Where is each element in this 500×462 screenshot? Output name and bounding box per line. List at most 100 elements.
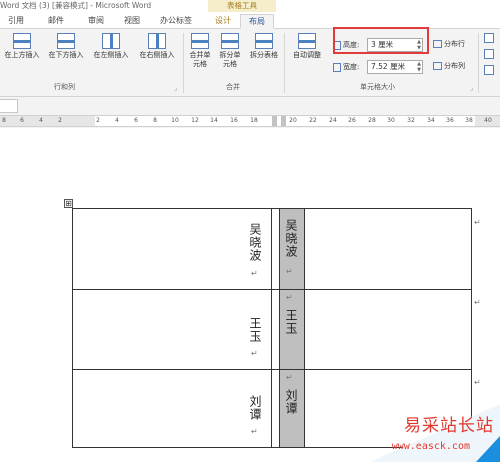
insert-right-label: 在右侧插入 [139,51,175,59]
distribute-cols-label: 分布列 [444,62,465,70]
ruler-tick: 14 [210,117,218,124]
rows-cols-launcher-icon[interactable]: ⌟ [174,85,177,92]
merge-group-label: 合并 [226,83,240,91]
tab-office-tabs[interactable]: 办公标签 [155,14,197,29]
autofit-button[interactable]: 自动调整 [288,33,326,60]
cell-name[interactable]: 王玉 [247,317,264,343]
window-title: Word 文档 (3) [兼容模式] - Microsoft Word [0,1,152,10]
row-border [73,289,471,290]
paragraph-mark: ↵ [286,267,293,276]
tab-review[interactable]: 审阅 [82,14,110,29]
autofit-label: 自动调整 [293,51,321,59]
ruler-tick: 38 [465,117,473,124]
column-border [271,209,272,447]
group-divider [284,33,285,93]
merge-cells-button[interactable]: 合并单元格 [186,33,214,69]
insert-below-button[interactable]: 在下方插入 [44,33,88,60]
site-watermark: 易采站长站 www.easck.com [370,402,500,462]
align-top-left-icon[interactable] [484,33,494,43]
insert-above-icon [13,33,31,49]
title-bar: Word 文档 (3) [兼容模式] - Microsoft Word 表格工具 [0,0,500,12]
ruler-tick: 20 [289,117,297,124]
paragraph-mark: ↵ [251,269,258,278]
insert-left-label: 在左侧插入 [93,51,129,59]
ruler-tick: 16 [230,117,238,124]
split-cells-icon [221,33,239,49]
horizontal-ruler[interactable]: 8 6 4 2 2 4 6 8 10 12 14 16 18 20 22 24 … [0,115,500,127]
ruler-tick: 26 [348,117,356,124]
ruler-tick: 6 [134,117,138,124]
col-width-icon [333,62,341,72]
ruler-tick: 4 [39,117,43,124]
ruler-tick: 10 [171,117,179,124]
insert-above-button[interactable]: 在上方插入 [0,33,44,60]
insert-right-icon [148,33,166,49]
tab-mailings[interactable]: 邮件 [42,14,70,29]
ruler-tick: 36 [446,117,454,124]
width-label: 宽度: [333,60,359,74]
ruler-tick: 8 [2,117,6,124]
spinner-arrows-icon[interactable]: ▲ ▼ [417,61,421,73]
ruler-tick: 40 [484,117,492,124]
ruler-tick: 30 [387,117,395,124]
column-border [304,209,305,447]
cell-name-shaded[interactable]: 刘谭 [283,389,300,415]
split-cells-button[interactable]: 拆分单元格 [216,33,244,69]
ruler-tick: 8 [153,117,157,124]
toolbar-strip [0,97,500,115]
split-table-icon [255,33,273,49]
style-box[interactable] [0,99,18,113]
ruler-tick: 28 [368,117,376,124]
split-table-button[interactable]: 拆分表格 [246,33,282,60]
group-divider [478,33,479,93]
end-of-row-mark: ↵ [474,298,481,307]
autofit-icon [298,33,316,49]
distribute-rows-button[interactable]: 分布行 [433,39,465,49]
row-border [73,369,471,370]
width-value: 7.52 厘米 [371,62,406,71]
cell-name-shaded[interactable]: 王玉 [283,309,300,335]
distribute-cols-icon [433,62,442,70]
cell-name[interactable]: 吴晓波 [247,223,264,262]
table-tools-context-label: 表格工具 [208,0,276,12]
split-cells-label: 拆分单元格 [219,51,241,68]
ruler-tick: 32 [407,117,415,124]
tab-layout[interactable]: 布局 [240,14,274,29]
cell-size-launcher-icon[interactable]: ⌟ [470,85,473,92]
ruler-tick: 24 [329,117,337,124]
rows-cols-group-label: 行和列 [54,83,75,91]
tab-references[interactable]: 引用 [2,14,30,29]
table-move-handle-icon[interactable]: ⊞ [64,199,73,208]
merge-cells-label: 合并单元格 [189,51,211,68]
align-bottom-left-icon[interactable] [484,65,494,75]
tab-view[interactable]: 视图 [118,14,146,29]
ribbon-layout-panel: 在上方插入 在下方插入 在左侧插入 在右侧插入 行和列 ⌟ 合并单元格 拆分单元… [0,27,500,97]
cell-name-shaded[interactable]: 吴晓波 [283,219,300,258]
distribute-cols-button[interactable]: 分布列 [433,61,465,71]
width-spinner[interactable]: 7.52 厘米 ▲ ▼ [367,60,423,74]
width-label-text: 宽度: [343,63,360,71]
watermark-title: 易采站长站 [404,416,494,436]
paragraph-mark: ↵ [251,349,258,358]
paragraph-mark: ↵ [251,427,258,436]
insert-right-button[interactable]: 在右侧插入 [134,33,180,60]
insert-below-label: 在下方插入 [48,51,84,59]
ruler-tick: 6 [20,117,24,124]
cell-name[interactable]: 刘谭 [247,395,264,421]
ruler-tick: 2 [58,117,62,124]
insert-below-icon [57,33,75,49]
insert-left-icon [102,33,120,49]
ruler-tick: 2 [96,117,100,124]
cell-size-group-label: 单元格大小 [360,83,395,91]
insert-left-button[interactable]: 在左侧插入 [88,33,134,60]
merge-cells-icon [191,33,209,49]
distribute-rows-label: 分布行 [444,40,465,48]
align-center-left-icon[interactable] [484,49,494,59]
split-table-label: 拆分表格 [250,51,278,59]
document-canvas: ⊞ 吴晓波 ↵ 吴晓波 ↵ 王玉 ↵ 王玉 ↵ 刘谭 ↵ 刘谭 ↵ ↵ ↵ ↵ [0,128,500,462]
ruler-tick: 4 [115,117,119,124]
watermark-url: www.easck.com [391,441,470,452]
tab-design[interactable]: 设计 [208,14,238,29]
ruler-column-marker[interactable] [272,116,277,126]
ruler-indent-marker[interactable] [281,116,286,126]
